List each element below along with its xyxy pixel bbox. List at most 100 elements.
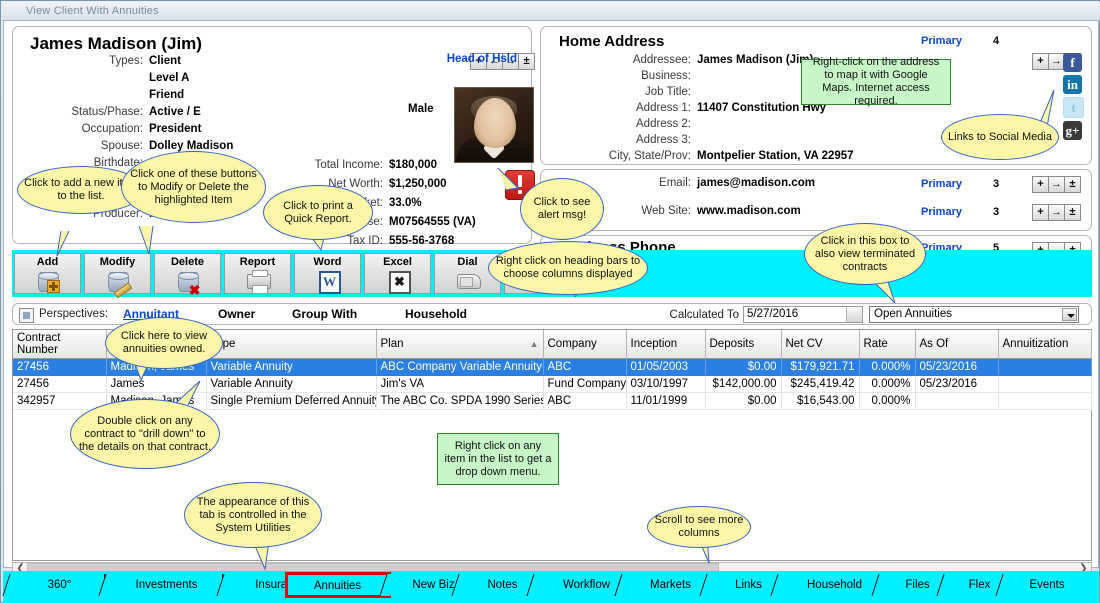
value-occupation: President [149,123,201,135]
email-nav-next-button[interactable]: → [1048,176,1065,193]
website-primary-link[interactable]: Primary [921,206,962,218]
col-annuitization[interactable]: Annuitization [998,330,1091,359]
word-icon: W [315,270,341,292]
col-net-cv[interactable]: Net CV [781,330,859,359]
col-rate[interactable]: Rate [859,330,915,359]
cell-contract-number: 342957 [13,393,106,410]
database-add-icon [35,270,61,292]
calculated-to-value: 5/27/2016 [747,308,798,320]
website-nav-next-button[interactable]: → [1048,204,1065,221]
website-nav-buttons[interactable]: + → ± [1033,204,1081,221]
calculated-to-input[interactable]: 5/27/2016 [743,306,863,323]
label-address-3: Address 3: [561,134,691,146]
address-count: 4 [993,35,999,47]
label-status-phase: Status/Phase: [33,106,143,118]
perspective-household[interactable]: Household [405,307,467,321]
callout-google-maps: Right-click on the address to map it wit… [801,59,951,105]
label-spouse: Spouse: [33,140,143,152]
col-inception[interactable]: Inception [626,330,705,359]
excel-icon: ✖ [385,270,411,292]
label-email: Email: [601,177,691,189]
database-edit-icon [105,270,131,292]
gender-label: Male [408,103,434,115]
col-company[interactable]: Company [543,330,626,359]
cell-plan: The ABC Co. SPDA 1990 Series [376,393,543,410]
value-level: Level A [149,72,189,84]
cell-annuitization [998,376,1091,393]
label-job-title: Job Title: [561,86,691,98]
email-primary-link[interactable]: Primary [921,178,962,190]
value-addressee: James Madison (Jim) [697,54,813,66]
callout-alert-msg: Click to see alert msg! [520,178,604,240]
callout-view-annuities: Click here to view annuities owned. [105,317,223,369]
email-nav-more-button[interactable]: ± [1064,176,1081,193]
email-count: 3 [993,178,999,190]
perspective-group-with[interactable]: Group With [292,307,357,321]
label-occupation: Occupation: [33,123,143,135]
value-tax-bracket: 33.0% [389,197,422,209]
website-nav-add-button[interactable]: + [1032,204,1049,221]
cell-net-cv: $179,921.71 [781,359,859,376]
value-email[interactable]: james@madison.com [697,177,815,189]
col-plan[interactable]: ▲Plan [376,330,543,359]
callout-scroll-columns: Scroll to see more columns [647,506,751,548]
label-addressee: Addressee: [561,54,691,66]
cell-contract-number: 27456 [13,359,106,376]
callout-tab-appearance: The appearance of this tab is controlled… [184,482,322,548]
head-of-household-link[interactable]: Head of Hsld [447,53,517,65]
col-as-of[interactable]: As Of [915,330,998,359]
address-nav-add-button[interactable]: + [1032,53,1049,70]
cell-company: Fund Company [543,376,626,393]
label-address-1: Address 1: [561,102,691,114]
col-contract-number[interactable]: Contract Number [13,330,106,359]
email-nav-buttons[interactable]: + → ± [1033,176,1081,193]
cell-type: Variable Annuity [206,359,376,376]
application-window: View Client With Annuities James Madison… [0,0,1100,603]
cell-inception: 03/10/1997 [626,376,705,393]
cell-annuitization [998,359,1091,376]
col-type[interactable]: Type [206,330,376,359]
tab-investments[interactable]: Investments [111,574,223,596]
tab-annuities[interactable]: Annuities [288,575,388,595]
callout-quick-report: Click to print a Quick Report. [263,185,373,240]
perspectives-label: Perspectives: [39,308,108,320]
phone-icon [455,270,481,292]
address-panel-title: Home Address [559,33,664,50]
tab-360[interactable]: 360° [15,574,105,596]
callout-terminated: Click in this box to also view terminate… [804,223,926,285]
value-website[interactable]: www.madison.com [697,205,801,217]
website-nav-more-button[interactable]: ± [1064,204,1081,221]
col-deposits[interactable]: Deposits [705,330,781,359]
perspective-owner[interactable]: Owner [218,307,255,321]
website-count: 3 [993,206,999,218]
cell-inception: 11/01/1999 [626,393,705,410]
callout-heading-bars: Right click on heading bars to choose co… [488,241,648,295]
facebook-icon[interactable]: f [1063,53,1082,72]
chevron-down-icon[interactable] [1062,308,1077,321]
value-total-income: $180,000 [389,159,437,171]
cell-plan: Jim's VA [376,376,543,393]
calendar-dropdown-icon[interactable] [846,307,862,322]
cell-as-of: 05/23/2016 [915,359,998,376]
value-city-state: Montpelier Station, VA 22957 [697,150,854,162]
value-status-phase: Active / E [149,106,201,118]
email-website-panel: Email: james@madison.com Primary 3 + → ±… [540,169,1092,231]
client-nav-more-button[interactable]: ± [518,53,535,70]
label-types: Types: [33,55,143,67]
tab-events[interactable]: Events [1008,574,1086,596]
cell-deposits: $0.00 [705,359,781,376]
client-name: James Madison (Jim) [30,34,202,54]
bottom-tab-strip: 360° Investments Insurance Annuities New… [3,571,1099,603]
cell-rate: 0.000% [859,393,915,410]
calculated-to-label: Calculated To [670,309,739,321]
cell-plan: ABC Company Variable Annuity [376,359,543,376]
cell-as-of: 05/23/2016 [915,376,998,393]
client-photo [454,87,534,163]
email-nav-add-button[interactable]: + [1032,176,1049,193]
cell-company: ABC [543,359,626,376]
address-primary-link[interactable]: Primary [921,35,962,47]
label-website: Web Site: [601,205,691,217]
cell-deposits: $0.00 [705,393,781,410]
perspectives-toggle-icon[interactable] [19,308,34,323]
label-address-2: Address 2: [561,118,691,130]
